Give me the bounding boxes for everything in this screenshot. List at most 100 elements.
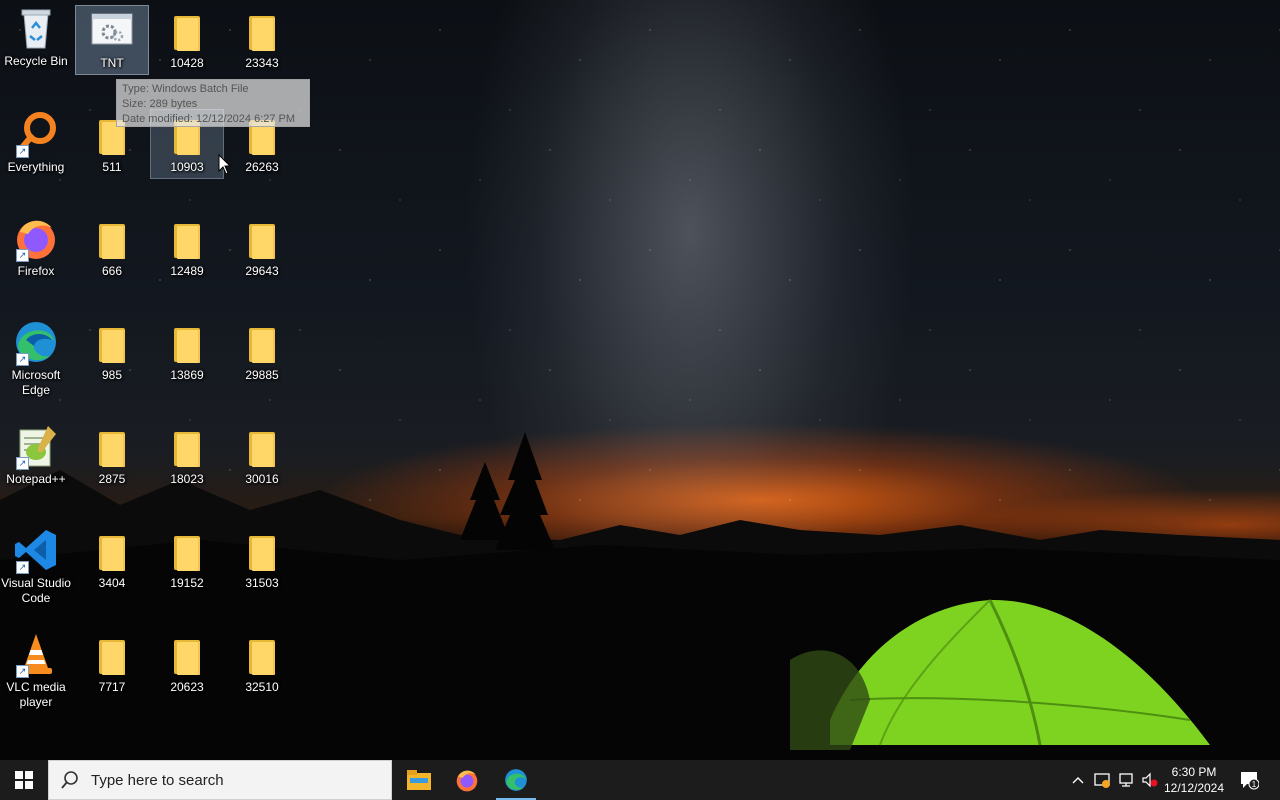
taskbar-search-box[interactable]: Type here to search	[48, 760, 392, 800]
shortcut-arrow-icon: ↗	[16, 457, 29, 470]
batch-file-icon	[88, 6, 136, 54]
desktop-icon-vscode[interactable]: ↗ Visual Studio Code	[0, 526, 72, 606]
folder-icon	[163, 630, 211, 678]
firefox-icon: ↗	[12, 214, 60, 262]
vscode-icon: ↗	[12, 526, 60, 574]
desktop-folder[interactable]: 666	[76, 214, 148, 279]
everything-search-icon: ↗	[12, 110, 60, 158]
folder-icon	[238, 422, 286, 470]
volume-muted-icon	[1142, 772, 1158, 788]
desktop-folder-label: 511	[102, 160, 122, 174]
clock-time: 6:30 PM	[1171, 765, 1217, 779]
desktop-icon-vlc[interactable]: ↗ VLC media player	[0, 630, 72, 710]
desktop-folder-label: 18023	[170, 472, 204, 486]
recycle-bin-icon	[12, 4, 60, 52]
desktop-folder-label: 3404	[98, 576, 126, 590]
folder-icon	[238, 526, 286, 574]
folder-icon	[163, 422, 211, 470]
folder-icon	[88, 526, 136, 574]
shortcut-arrow-icon: ↗	[16, 249, 29, 262]
desktop-folder[interactable]: 3404	[76, 526, 148, 591]
search-icon	[61, 771, 78, 789]
shortcut-arrow-icon: ↗	[16, 353, 29, 366]
desktop-folder[interactable]: 19152	[151, 526, 223, 591]
desktop-icon-label: VLC media player	[6, 680, 66, 709]
tooltip-type: Type: Windows Batch File	[122, 83, 249, 95]
desktop-folder[interactable]: 20623	[151, 630, 223, 695]
folder-icon	[88, 422, 136, 470]
folder-icon	[88, 630, 136, 678]
desktop-file-tnt[interactable]: TNT	[75, 5, 149, 75]
taskbar-file-explorer[interactable]	[395, 760, 443, 800]
desktop-icon-recycle-bin[interactable]: Recycle Bin	[0, 4, 72, 76]
desktop-folder-label: 31503	[245, 576, 279, 590]
desktop-folder-label: 20623	[170, 680, 204, 694]
desktop-folder-label: 19152	[170, 576, 204, 590]
desktop-folder[interactable]: 31503	[226, 526, 298, 591]
desktop-folder-label: 29643	[245, 264, 279, 278]
clock-date: 12/12/2024	[1163, 781, 1225, 795]
folder-icon	[238, 630, 286, 678]
folder-icon	[238, 214, 286, 262]
desktop-folder[interactable]: 7717	[76, 630, 148, 695]
tooltip-size: Size: 289 bytes	[122, 98, 198, 110]
desktop-icon-label: Everything	[7, 160, 65, 174]
desktop-folder[interactable]: 18023	[151, 422, 223, 487]
file-info-tooltip: Type: Windows Batch File Size: 289 bytes…	[116, 79, 310, 127]
tooltip-modified: Date modified: 12/12/2024 6:27 PM	[122, 113, 296, 125]
desktop-folder[interactable]: 29885	[226, 318, 298, 383]
desktop-folder-label: 10903	[170, 160, 204, 174]
desktop-folder-label: 10428	[170, 56, 204, 70]
desktop-folder-label: 26263	[245, 160, 279, 174]
taskbar-edge[interactable]	[492, 760, 540, 800]
file-explorer-icon	[407, 770, 431, 790]
edge-icon	[505, 769, 527, 791]
folder-icon	[238, 6, 286, 54]
desktop-icon-label: Recycle Bin	[4, 54, 68, 68]
desktop-folder[interactable]: 2875	[76, 422, 148, 487]
start-button[interactable]	[0, 760, 48, 800]
desktop-file-label: TNT	[100, 56, 124, 70]
desktop-folder[interactable]: 32510	[226, 630, 298, 695]
desktop-folder[interactable]: 29643	[226, 214, 298, 279]
vlc-cone-icon: ↗	[12, 630, 60, 678]
shortcut-arrow-icon: ↗	[16, 145, 29, 158]
notification-count: 1	[1252, 780, 1257, 789]
desktop-icon-microsoft-edge[interactable]: ↗ Microsoft Edge	[0, 318, 72, 398]
desktop-icon-notepadpp[interactable]: ↗ Notepad++	[0, 422, 72, 487]
action-center-button[interactable]: 1	[1234, 760, 1264, 800]
desktop-folder-label: 30016	[245, 472, 279, 486]
firefox-icon	[456, 770, 478, 792]
desktop-folder-label: 29885	[245, 368, 279, 382]
taskbar: Type here to search 6:30 PM 12/12/2024 1	[0, 760, 1280, 800]
desktop-folder[interactable]: 985	[76, 318, 148, 383]
desktop-icon-firefox[interactable]: ↗ Firefox	[0, 214, 72, 279]
notepadpp-icon: ↗	[12, 422, 60, 470]
tray-volume-button[interactable]	[1140, 760, 1160, 800]
tray-security-icon-button[interactable]	[1092, 760, 1114, 800]
desktop-folder[interactable]: 12489	[151, 214, 223, 279]
desktop-icon-label: Visual Studio Code	[1, 576, 71, 605]
show-hidden-icons-button[interactable]	[1066, 760, 1090, 800]
desktop-folder-label: 13869	[170, 368, 204, 382]
windows-logo-icon	[15, 771, 33, 789]
taskbar-clock[interactable]: 6:30 PM 12/12/2024	[1158, 760, 1230, 800]
search-placeholder: Type here to search	[91, 771, 224, 789]
desktop-icon-everything[interactable]: ↗ Everything	[0, 110, 72, 175]
shortcut-arrow-icon: ↗	[16, 665, 29, 678]
mouse-cursor-icon	[218, 154, 232, 175]
desktop-folder[interactable]: 23343	[226, 6, 298, 71]
folder-icon	[163, 526, 211, 574]
desktop-folder[interactable]: 10428	[151, 6, 223, 71]
desktop-folder[interactable]: 30016	[226, 422, 298, 487]
taskbar-firefox[interactable]	[443, 760, 491, 800]
desktop-folder[interactable]: 13869	[151, 318, 223, 383]
desktop-folder-label: 7717	[98, 680, 126, 694]
desktop-folder-label: 32510	[245, 680, 279, 694]
shortcut-arrow-icon: ↗	[16, 561, 29, 574]
security-alert-icon	[1094, 773, 1110, 788]
desktop-icon-label: Firefox	[17, 264, 55, 278]
tray-network-button[interactable]	[1116, 760, 1138, 800]
folder-icon	[163, 318, 211, 366]
desktop-folder-label: 12489	[170, 264, 204, 278]
